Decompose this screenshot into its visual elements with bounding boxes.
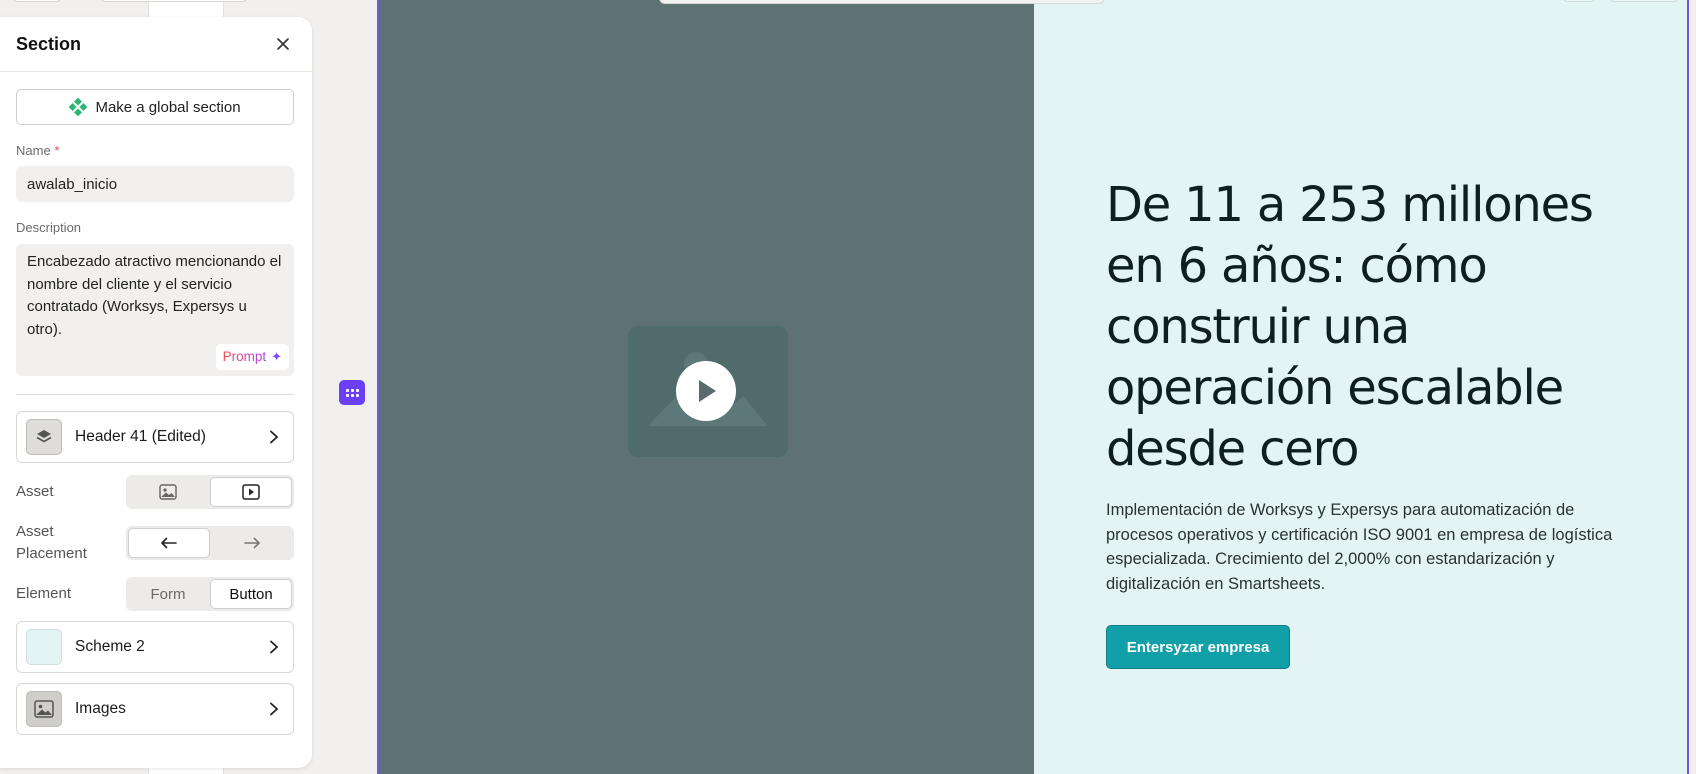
sparkle-icon: ✦ — [271, 348, 282, 364]
panel-title: Section — [16, 33, 82, 54]
asset-placement-row: Asset Placement — [16, 521, 294, 565]
page-canvas: De 11 a 253 millones en 6 años: cómo con… — [377, 0, 1689, 774]
element-row: Element Form Button — [16, 577, 294, 611]
scheme-selector-row[interactable]: Scheme 2 — [16, 621, 294, 673]
make-global-section-button[interactable]: Make a global section — [16, 89, 294, 125]
panel-divider — [16, 394, 294, 395]
scheme-row-label: Scheme 2 — [75, 638, 145, 655]
name-field-label: Name * — [16, 143, 296, 158]
asset-label: Asset — [16, 483, 54, 500]
close-icon — [277, 38, 289, 50]
cta-button[interactable]: Entersyzar empresa — [1106, 625, 1290, 669]
close-button[interactable] — [270, 31, 296, 57]
top-toolbar-tab[interactable] — [12, 0, 62, 2]
asset-image-option[interactable] — [128, 477, 208, 507]
top-toolbar-tab[interactable] — [100, 0, 248, 2]
canvas-corner-button[interactable] — [1562, 0, 1596, 2]
section-panel: Section Make a global section Name * awa… — [0, 17, 312, 768]
element-form-option[interactable]: Form — [128, 579, 208, 609]
element-button-option[interactable]: Button — [210, 579, 292, 609]
layers-icon-thumb — [26, 419, 62, 455]
section-drag-handle[interactable] — [339, 380, 365, 405]
chevron-right-icon — [265, 700, 283, 718]
asset-row: Asset — [16, 475, 294, 509]
video-media-area[interactable] — [379, 0, 1105, 774]
arrow-left-icon — [161, 537, 177, 549]
play-icon — [699, 380, 716, 402]
element-toggle: Form Button — [126, 577, 294, 611]
scheme-color-swatch — [26, 629, 62, 665]
arrow-right-icon — [244, 537, 260, 549]
name-label-text: Name — [16, 143, 51, 158]
canvas-corner-button[interactable] — [1609, 0, 1679, 2]
hero-subtext: Implementación de Worksys y Expersys par… — [1106, 501, 1613, 593]
image-icon — [159, 484, 177, 500]
description-text: Encabezado atractivo mencionando el nomb… — [27, 253, 282, 338]
prompt-label: Prompt — [223, 346, 267, 369]
images-icon-thumb — [26, 691, 62, 727]
canvas-top-toolbar[interactable] — [659, 0, 1105, 4]
video-icon — [242, 484, 260, 500]
placement-toggle — [126, 526, 294, 560]
chevron-right-icon — [265, 428, 283, 446]
element-label: Element — [16, 585, 72, 602]
global-component-icon — [69, 98, 88, 116]
required-mark: * — [54, 143, 60, 158]
asset-placement-label: Asset Placement — [16, 523, 87, 562]
asset-toggle — [126, 475, 294, 509]
description-textarea[interactable]: Encabezado atractivo mencionando el nomb… — [16, 244, 294, 376]
layout-row-label: Header 41 (Edited) — [75, 428, 206, 445]
hero-content: De 11 a 253 millones en 6 años: cómo con… — [1106, 175, 1646, 669]
hero-headline: De 11 a 253 millones en 6 años: cómo con… — [1106, 177, 1594, 477]
play-button[interactable] — [676, 361, 736, 421]
images-row-label: Images — [75, 700, 126, 717]
images-selector-row[interactable]: Images — [16, 683, 294, 735]
make-global-section-label: Make a global section — [95, 98, 241, 116]
chevron-right-icon — [265, 638, 283, 656]
layout-selector-row[interactable]: Header 41 (Edited) — [16, 411, 294, 463]
layers-icon — [36, 430, 52, 443]
asset-video-option[interactable] — [210, 477, 292, 507]
prompt-button[interactable]: Prompt ✦ — [215, 344, 289, 370]
name-input[interactable]: awalab_inicio — [16, 166, 294, 202]
description-field-label: Description — [16, 220, 82, 235]
panel-header: Section — [0, 17, 312, 72]
placement-right-option[interactable] — [212, 528, 292, 558]
image-icon — [34, 700, 54, 718]
placement-left-option[interactable] — [128, 528, 210, 558]
